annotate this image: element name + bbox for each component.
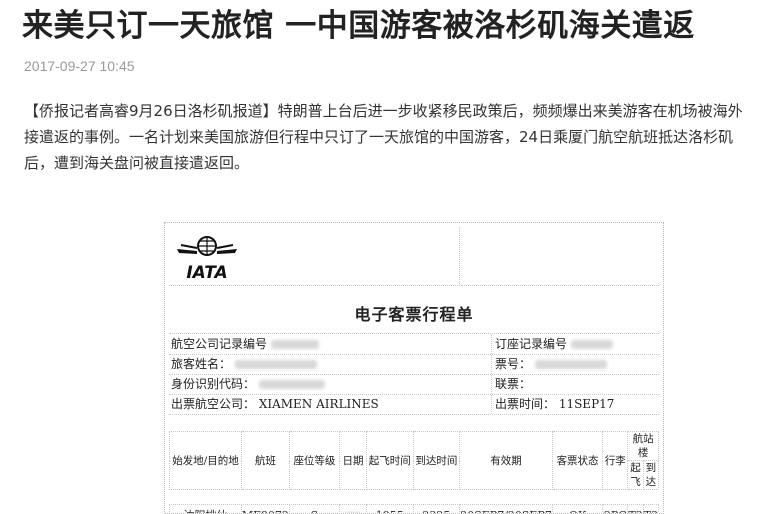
info-label: 身份识别代码： xyxy=(171,375,325,394)
cell-departure: 1955 xyxy=(366,505,413,514)
cell-terminal-dep: T3 xyxy=(628,505,643,514)
paragraph-line: 【侨报记者高睿9月26日洛杉矶报道】特朗普上台后进一步收紧移民政策后，频频爆出来… xyxy=(24,98,784,124)
ticket-title: 电子客票行程单 xyxy=(169,301,659,325)
cell-class: S xyxy=(289,505,339,514)
flight-segment-table: 始发地/目的地 航班 座位等级 日期 起飞时间 到达时间 有效期 客票状态 行李… xyxy=(169,431,659,514)
info-row: 旅客姓名： 票号： xyxy=(169,355,659,375)
ticket-title-row: 电子客票行程单 xyxy=(169,287,659,334)
info-label: 出票航空公司： XIAMEN AIRLINES xyxy=(171,395,379,414)
cell-arrival: 2325 xyxy=(413,505,460,514)
info-label: 联票： xyxy=(495,375,531,394)
publish-datetime: 2017-09-27 10:45 xyxy=(24,58,135,74)
cell-origin: 沈阳桃仙 xyxy=(170,505,242,514)
cell-date xyxy=(340,505,367,514)
iata-logo-text: IATA xyxy=(186,263,227,281)
info-label: 票号： xyxy=(495,355,607,374)
column-header: 起飞时间 xyxy=(366,432,413,490)
column-header: 行李 xyxy=(603,432,628,490)
article-body: 【侨报记者高睿9月26日洛杉矶报道】特朗普上台后进一步收紧移民政策后，频频爆出来… xyxy=(24,98,784,176)
table-header-row: 始发地/目的地 航班 座位等级 日期 起飞时间 到达时间 有效期 客票状态 行李… xyxy=(170,432,659,461)
info-label: 订座记录编号 xyxy=(495,335,613,354)
info-label: 出票时间： 11SEP17 xyxy=(495,395,614,414)
paragraph-line: 后，遭到海关盘问被直接遣返回。 xyxy=(24,150,784,176)
cell-flight: MF8072 xyxy=(241,505,289,514)
info-label: 旅客姓名： xyxy=(171,355,317,374)
cell-baggage: 2PC xyxy=(603,505,628,514)
column-header: 到达时间 xyxy=(413,432,460,490)
column-header: 座位等级 xyxy=(289,432,339,490)
column-header: 日期 xyxy=(340,432,367,490)
info-row: 出票航空公司： XIAMEN AIRLINES 出票时间： 11SEP17 xyxy=(169,395,659,415)
article-headline: 来美只订一天旅馆 一中国游客被洛杉矶海关遣返 xyxy=(22,6,782,46)
paragraph-line: 接遣返的事例。一名计划来美国旅游但行程中只订了一天旅馆的中国游客，24日乘厦门航… xyxy=(24,124,784,150)
info-label: 航空公司记录编号 xyxy=(171,335,319,354)
column-header: 客票状态 xyxy=(552,432,602,490)
table-row: 沈阳桃仙 MF8072 S 1955 2325 20SEP7/20SEP7 OK… xyxy=(170,505,659,514)
info-row: 航空公司记录编号 订座记录编号 xyxy=(169,335,659,355)
e-ticket-image: IATA 电子客票行程单 航空公司记录编号 订座记录编号 旅客姓名： 票号： 身… xyxy=(164,222,664,514)
column-subheader: 起飞 xyxy=(628,461,643,490)
column-header: 始发地/目的地 xyxy=(170,432,242,490)
redacted-value xyxy=(235,360,317,369)
cell-terminal-arr: T3 xyxy=(643,505,658,514)
column-header: 航站楼 xyxy=(628,432,659,461)
info-row: 身份识别代码： 联票： xyxy=(169,375,659,395)
redacted-value xyxy=(271,340,319,349)
column-header: 航班 xyxy=(241,432,289,490)
column-header: 有效期 xyxy=(460,432,553,490)
redacted-value xyxy=(571,340,613,349)
column-subheader: 到达 xyxy=(643,461,658,490)
redacted-value xyxy=(259,380,325,389)
cell-validity: 20SEP7/20SEP7 xyxy=(460,505,553,514)
cell-status: OK xyxy=(552,505,602,514)
header-blank-cell xyxy=(461,227,659,286)
redacted-value xyxy=(535,360,607,369)
logo-cell: IATA xyxy=(169,227,460,286)
ticket-info: 航空公司记录编号 订座记录编号 旅客姓名： 票号： 身份识别代码： 联票： 出票… xyxy=(169,335,659,415)
iata-logo-icon: IATA xyxy=(175,233,239,281)
